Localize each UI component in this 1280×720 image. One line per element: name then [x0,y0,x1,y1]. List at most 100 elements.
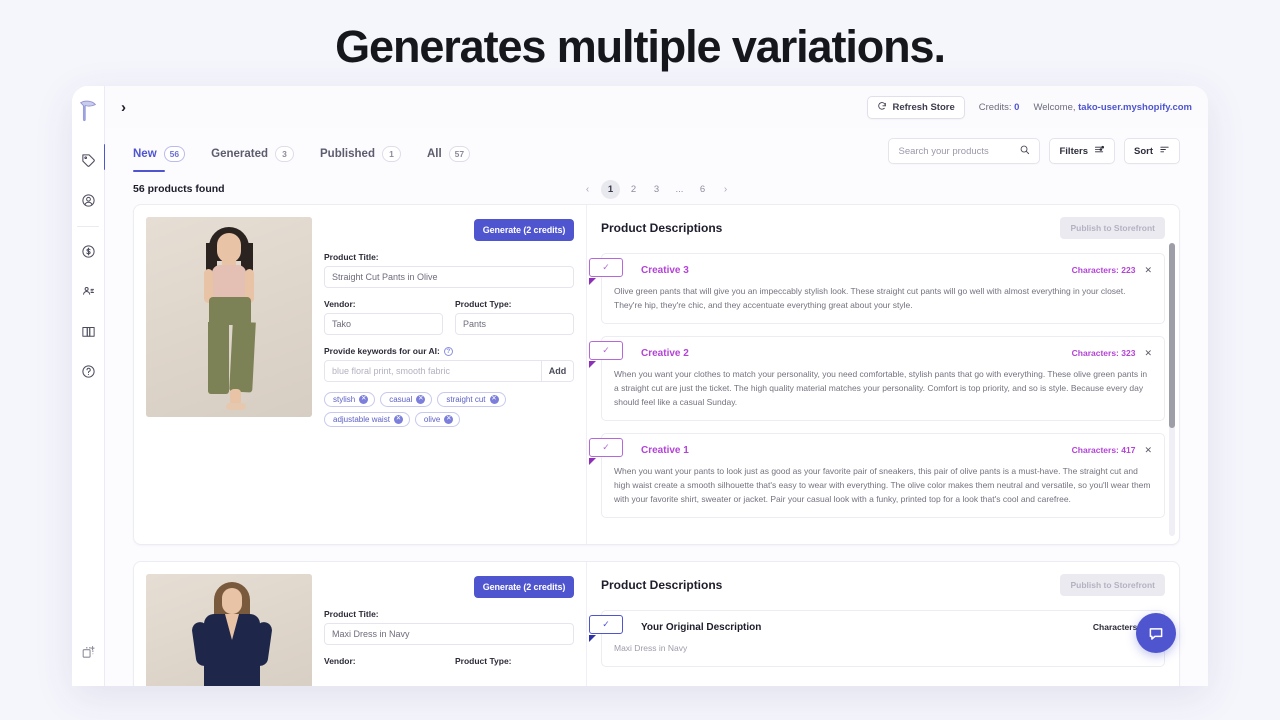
descriptions-title: Product Descriptions [601,578,722,592]
generate-button[interactable]: Generate (2 credits) [474,219,574,241]
sidebar-item-products[interactable] [75,147,101,173]
sidebar-item-account[interactable] [75,187,101,213]
sidebar-item-team[interactable] [75,278,101,304]
product-image[interactable] [146,217,312,417]
product-title-input[interactable]: Straight Cut Pants in Olive [324,266,574,288]
chevron-right-icon[interactable]: › [121,100,139,115]
generate-button[interactable]: Generate (2 credits) [474,576,574,598]
character-count-value: 417 [1121,445,1135,455]
topbar: › Refresh Store Credits: 0 [105,86,1208,128]
search-input[interactable]: Search your products [888,138,1040,164]
new-window-icon[interactable] [75,639,101,665]
close-icon[interactable]: ✕ [1144,265,1152,276]
product-type-input[interactable]: Pants [455,313,574,335]
welcome-label: Welcome, [1033,102,1075,113]
product-type-label: Product Type: [455,656,574,666]
product-image[interactable] [146,574,312,686]
keywords-row: blue floral print, smooth fabric Add [324,360,574,382]
product-title-input[interactable]: Maxi Dress in Navy [324,623,574,645]
select-description-checkbox[interactable]: ✓ [589,258,623,277]
description-card-header: Your Original Description Characters: 18 [614,621,1152,633]
product-title-label: Product Title: [324,609,574,619]
description-meta: Characters: 323 ✕ [1072,348,1152,359]
close-icon[interactable]: ✕ [394,415,403,424]
page-2[interactable]: 2 [624,180,643,199]
close-icon[interactable]: ✕ [416,395,425,404]
product-form-pane: Generate (2 credits) Product Title: Stra… [134,205,586,544]
select-description-checkbox[interactable]: ✓ [589,341,623,360]
tab-published[interactable]: Published 1 [320,146,401,172]
select-description-checkbox[interactable]: ✓ [589,438,623,457]
refresh-store-button[interactable]: Refresh Store [867,96,964,119]
close-icon[interactable]: ✕ [1144,348,1152,359]
publish-to-storefront-button[interactable]: Publish to Storefront [1060,574,1165,596]
close-icon[interactable]: ✕ [490,395,499,404]
descriptions-pane: Product Descriptions Publish to Storefro… [586,205,1179,544]
keyword-chip[interactable]: stylish ✕ [324,392,375,407]
refresh-icon [877,101,887,114]
search-and-controls: Search your products Filters [888,138,1180,164]
page-1[interactable]: 1 [601,180,620,199]
product-type-label-text: Product Type: [455,656,512,666]
tab-new[interactable]: New 56 [133,146,185,172]
character-count-label: Characters: [1072,348,1119,358]
character-count: Characters: 323 [1072,348,1136,358]
vendor-label: Vendor: [324,656,443,666]
tab-all[interactable]: All 57 [427,146,470,172]
product-title-label: Product Title: [324,252,574,262]
sort-button[interactable]: Sort [1124,138,1180,164]
description-text[interactable]: Maxi Dress in Navy [614,641,1152,655]
description-text[interactable]: Olive green pants that will give you an … [614,284,1152,312]
chevron-right-icon-pager[interactable]: › [716,180,735,199]
add-keyword-button[interactable]: Add [541,361,573,381]
tab-all-label: All [427,148,442,160]
tab-published-count: 1 [382,146,401,162]
keyword-chip[interactable]: olive ✕ [415,412,460,427]
product-title-label-text: Product Title: [324,609,379,619]
tab-published-label: Published [320,148,375,160]
descriptions-header: Product Descriptions Publish to Storefro… [601,574,1165,596]
app-window: › Refresh Store Credits: 0 [72,86,1208,686]
chat-bubble-icon[interactable] [1136,613,1176,653]
account-link[interactable]: tako-user.myshopify.com [1078,102,1192,113]
character-count-label: Characters: [1072,445,1119,455]
sidebar-item-docs[interactable] [75,318,101,344]
close-icon[interactable]: ✕ [1144,445,1152,456]
chevron-left-icon[interactable]: ‹ [578,180,597,199]
publish-to-storefront-button[interactable]: Publish to Storefront [1060,217,1165,239]
keywords-input[interactable]: blue floral print, smooth fabric [325,361,541,381]
question-circle-icon[interactable]: ? [444,347,453,356]
close-icon[interactable]: ✕ [359,395,368,404]
descriptions-title: Product Descriptions [601,221,722,235]
sort-icon [1159,144,1170,158]
tab-new-count: 56 [164,146,185,162]
sidebar-item-billing[interactable] [75,238,101,264]
descriptions-scrollbar[interactable] [1169,243,1175,536]
keyword-chip-label: olive [424,415,440,424]
page-6[interactable]: 6 [693,180,712,199]
product-type-value: Pants [463,319,486,329]
page-3[interactable]: 3 [647,180,666,199]
description-text[interactable]: When you want your pants to look just as… [614,464,1152,506]
close-icon[interactable]: ✕ [444,415,453,424]
keyword-chip[interactable]: casual ✕ [380,392,432,407]
descriptions-pane: Product Descriptions Publish to Storefro… [586,562,1179,686]
tako-logo-icon[interactable] [77,98,99,124]
tab-generated[interactable]: Generated 3 [211,146,294,172]
vendor-label-text: Vendor: [324,656,356,666]
keyword-chips: stylish ✕ casual ✕ straight cut ✕ [324,392,574,427]
descriptions-header: Product Descriptions Publish to Storefro… [601,217,1165,239]
keywords-label-text: Provide keywords for our AI: [324,346,440,356]
keyword-chip[interactable]: straight cut ✕ [437,392,505,407]
product-list: Generate (2 credits) Product Title: Stra… [105,204,1208,686]
scrollbar-thumb[interactable] [1169,243,1175,428]
description-text[interactable]: When you want your clothes to match your… [614,367,1152,409]
sidebar [72,86,105,686]
select-description-checkbox[interactable]: ✓ [589,615,623,634]
credits-display: Credits: 0 [979,102,1020,113]
sidebar-item-help[interactable] [75,358,101,384]
filters-button[interactable]: Filters [1049,138,1115,164]
keyword-chip[interactable]: adjustable waist ✕ [324,412,410,427]
tab-generated-count: 3 [275,146,294,162]
vendor-input[interactable]: Tako [324,313,443,335]
